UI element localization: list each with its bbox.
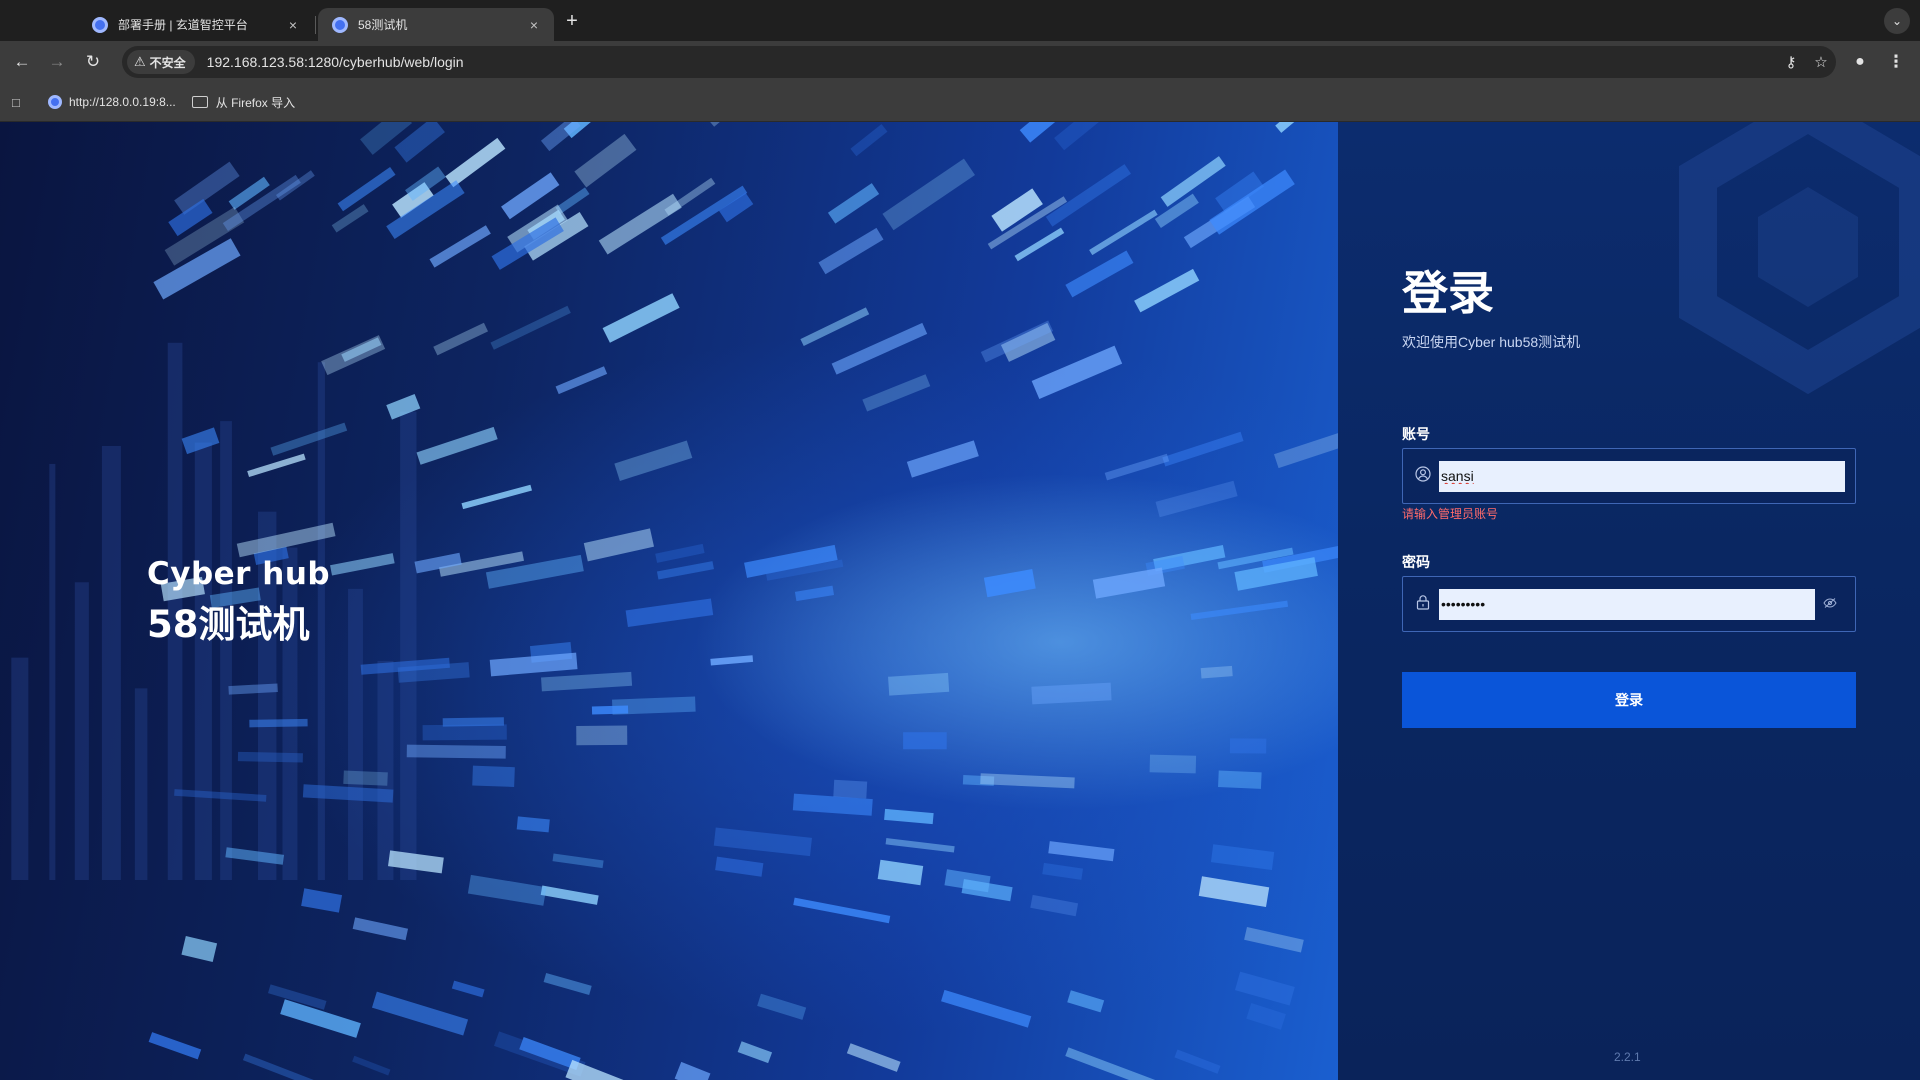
bookmark-label: 从 Firefox 导入 <box>215 95 296 110</box>
site-favicon-icon <box>92 16 108 33</box>
login-subtitle: 欢迎使用Cyber hub58测试机 <box>1402 334 1581 350</box>
address-bar[interactable]: ⚠ 不安全 192.168.123.58:1280/cyberhub/web/l… <box>122 46 1836 78</box>
hero-title: Cyber hub 58测试机 <box>147 552 330 654</box>
security-label: 不安全 <box>149 55 186 70</box>
password-field <box>1402 576 1856 632</box>
version-label: 2.2.1 <box>1614 1050 1641 1064</box>
bookmark-folder-firefox[interactable]: 从 Firefox 导入 <box>191 94 296 111</box>
back-arrow-icon[interactable]: ← <box>10 50 34 74</box>
reload-icon[interactable]: ↻ <box>81 50 105 74</box>
tab-title: 58测试机 <box>358 18 408 32</box>
tab-title: 部署手册 | 玄道智控平台 <box>118 18 248 32</box>
profile-icon[interactable]: ● <box>1848 50 1872 74</box>
account-label: 账号 <box>1402 426 1430 442</box>
site-favicon-icon <box>48 95 62 109</box>
folder-icon <box>191 96 208 108</box>
warning-icon: ⚠ <box>134 54 146 69</box>
login-title: 登录 <box>1402 266 1494 320</box>
login-panel: 登录 欢迎使用Cyber hub58测试机 账号 请输入管理员账号 密码 登录 … <box>1338 122 1920 1080</box>
hero-instance-name: 58测试机 <box>147 603 310 646</box>
account-field <box>1402 448 1856 504</box>
account-input[interactable] <box>1439 460 1845 492</box>
hero-banner: Cyber hub 58测试机 <box>0 122 1338 1080</box>
bookmarks-bar: □ http://128.0.0.19:8... 从 Firefox 导入 <box>0 83 1920 122</box>
password-input[interactable] <box>1439 588 1815 620</box>
hexagon-decoration <box>1679 122 1920 395</box>
hero-product-name: Cyber hub <box>147 556 331 592</box>
new-tab-button[interactable]: + <box>560 10 584 34</box>
close-tab-icon[interactable]: × <box>526 17 542 33</box>
key-icon[interactable]: ⚷ <box>1776 53 1806 71</box>
bookmark-star-icon[interactable]: ☆ <box>1806 53 1836 71</box>
menu-kebab-icon[interactable]: ⋮ <box>1884 50 1908 74</box>
account-error-message: 请输入管理员账号 <box>1402 507 1499 521</box>
login-page: Cyber hub 58测试机 登录 欢迎使用Cyber hub58测试机 账号… <box>0 122 1920 1080</box>
bookmark-label: http://128.0.0.19:8... <box>69 95 176 109</box>
security-chip[interactable]: ⚠ 不安全 <box>127 50 195 74</box>
tab-separator <box>315 16 316 34</box>
site-favicon-icon <box>332 16 348 33</box>
user-icon <box>1413 466 1433 486</box>
browser-toolbar: ← → ↻ ⚠ 不安全 192.168.123.58:1280/cyberhub… <box>0 41 1920 83</box>
tab-deploy-manual[interactable]: 部署手册 | 玄道智控平台 × <box>78 8 313 41</box>
lock-icon <box>1413 594 1433 614</box>
login-button[interactable]: 登录 <box>1402 672 1856 728</box>
password-label: 密码 <box>1402 554 1430 570</box>
tab-search-chevron-icon[interactable]: ⌄ <box>1884 8 1910 34</box>
tab-58-test[interactable]: 58测试机 × <box>318 8 554 41</box>
forward-arrow-icon[interactable]: → <box>45 50 69 74</box>
eye-hidden-icon[interactable] <box>1815 597 1845 611</box>
url-text[interactable]: 192.168.123.58:1280/cyberhub/web/login <box>207 54 1776 70</box>
tab-strip: 部署手册 | 玄道智控平台 × 58测试机 × + ⌄ <box>0 0 1920 41</box>
close-tab-icon[interactable]: × <box>285 17 301 33</box>
folder-icon[interactable]: □ <box>12 95 32 110</box>
bookmark-link[interactable]: http://128.0.0.19:8... <box>48 95 176 109</box>
